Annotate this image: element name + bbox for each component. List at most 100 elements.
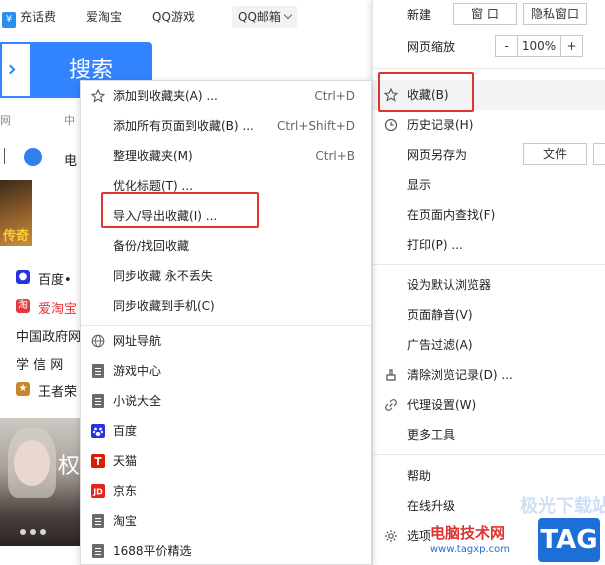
zoom-out-button[interactable]: - (495, 35, 517, 57)
fav-menu-label: 添加到收藏夹(A) ... (113, 89, 218, 103)
menu-item-label: 设为默认浏览器 (407, 278, 492, 292)
bookmark-item[interactable]: 天猫 (81, 446, 371, 476)
menu-item-label: 选项 (407, 529, 432, 543)
image-detail (14, 440, 50, 486)
menu-zoom-row: 网页缩放 - 100% + (373, 32, 605, 62)
menu-item-label: 代理设置(W) (407, 398, 477, 412)
bookmark-item[interactable]: 淘宝 (81, 506, 371, 536)
favorites-submenu: 添加到收藏夹(A) ... Ctrl+D 添加所有页面到收藏(B) ... Ct… (80, 80, 372, 565)
new-private-window-button[interactable]: 隐私窗口 (523, 3, 587, 25)
jd-icon: JD (91, 484, 105, 498)
zoom-in-button[interactable]: + (561, 35, 583, 57)
game-thumbnail[interactable]: 传奇 (0, 180, 32, 246)
shortcut-text: Ctrl+B (315, 149, 355, 163)
menu-item-label: 更多工具 (407, 428, 456, 442)
fav-menu-add-all[interactable]: 添加所有页面到收藏(B) ... Ctrl+Shift+D (81, 111, 371, 141)
bookmark-item[interactable]: 网址导航 (81, 326, 371, 356)
menu-item-label: 历史记录(H) (407, 118, 474, 132)
doc-icon (92, 544, 104, 558)
menu-item-proxy[interactable]: 代理设置(W) (373, 390, 605, 420)
menu-item-history[interactable]: 历史记录(H) (373, 110, 605, 140)
globe-icon (91, 334, 105, 348)
menu-item-mute[interactable]: 页面静音(V) (373, 300, 605, 330)
carousel-dots[interactable] (20, 524, 50, 538)
taobao-icon: 淘 (16, 299, 30, 313)
star-icon (91, 89, 105, 103)
bookmark-item[interactable]: 1688平价精选 (81, 536, 371, 565)
menu-item-help[interactable]: 帮助 (373, 461, 605, 491)
shortcut-text: Ctrl+D (314, 89, 355, 103)
bookmark-label: 百度 (113, 424, 138, 438)
search-input[interactable] (0, 42, 30, 98)
link-aitaobao[interactable]: 爱淘宝 (38, 298, 77, 317)
highlight-box (378, 72, 474, 112)
watermark-tag-logo: TAG (538, 518, 600, 562)
link-icon (385, 399, 397, 411)
bookmark-label: 1688平价精选 (113, 544, 192, 558)
watermark-site-name: 电脑技术网 (430, 524, 506, 542)
bookmark-item[interactable]: JD 京东 (81, 476, 371, 506)
promo-image[interactable]: 权 (0, 418, 80, 546)
fragment-text: 电 (64, 154, 78, 169)
bookmark-label: 淘宝 (113, 514, 138, 528)
menu-item-label: 清除浏览记录(D) ... (407, 368, 513, 382)
bookmark-item[interactable]: 游戏中心 (81, 356, 371, 386)
browser-main-menu: 新建 窗 口 隐私窗口 网页缩放 - 100% + 收藏(B) 历史记录(H) … (372, 0, 605, 565)
recharge-icon: ¥ (2, 12, 16, 28)
nav-recharge[interactable]: 充话费 (20, 6, 56, 28)
bookmark-label: 天猫 (113, 454, 138, 468)
baidu-paw-icon: ● (16, 270, 30, 284)
menu-item-ad-filter[interactable]: 广告过滤(A) (373, 330, 605, 360)
menu-item-print[interactable]: 打印(P) ... (373, 230, 605, 260)
menu-item-label: 广告过滤(A) (407, 338, 473, 352)
menu-item-find[interactable]: 在页面内查找(F) (373, 200, 605, 230)
bookmark-label: 京东 (113, 484, 138, 498)
menu-divider (373, 454, 605, 455)
fav-menu-sync[interactable]: 同步收藏 永不丢失 (81, 261, 371, 291)
menu-divider (373, 68, 605, 69)
link-wangzhe[interactable]: 王者荣 (38, 381, 77, 400)
fav-menu-organize[interactable]: 整理收藏夹(M) Ctrl+B (81, 141, 371, 171)
fav-menu-backup[interactable]: 备份/找回收藏 (81, 231, 371, 261)
menu-zoom-label: 网页缩放 (407, 40, 456, 54)
menu-item-label: 页面静音(V) (407, 308, 473, 322)
highlight-box (101, 192, 259, 228)
fav-menu-label: 同步收藏 永不丢失 (113, 269, 213, 283)
doc-icon (92, 394, 104, 408)
chevron-down-icon (283, 10, 293, 20)
clock-icon (384, 118, 398, 132)
nav-qqgame[interactable]: QQ游戏 (152, 6, 195, 28)
chevron-down-icon (5, 64, 16, 75)
menu-item-save-as[interactable]: 网页另存为 文件 (373, 140, 605, 170)
nav-aitaobao[interactable]: 爱淘宝 (86, 6, 122, 28)
fav-menu-label: 备份/找回收藏 (113, 239, 190, 253)
svg-text:JD: JD (92, 488, 103, 497)
tmall-icon (91, 454, 105, 468)
fav-menu-add[interactable]: 添加到收藏夹(A) ... Ctrl+D (81, 81, 371, 111)
fragment-text: 网 (0, 114, 11, 127)
watermark-site-url: www.tagxp.com (430, 544, 510, 555)
doc-icon (92, 514, 104, 528)
fav-menu-label: 同步收藏到手机(C) (113, 299, 215, 313)
bookmark-item[interactable]: 百度 (81, 416, 371, 446)
menu-item-more-tools[interactable]: 更多工具 (373, 420, 605, 450)
save-as-more-button[interactable] (593, 143, 605, 165)
promo-text: 权 (57, 454, 80, 479)
menu-item-display[interactable]: 显示 (373, 170, 605, 200)
link-baidu[interactable]: 百度• (38, 269, 72, 288)
link-gov[interactable]: 中国政府网 (16, 326, 81, 345)
fav-menu-sync-phone[interactable]: 同步收藏到手机(C) (81, 291, 371, 321)
new-window-button[interactable]: 窗 口 (453, 3, 517, 25)
save-as-file-button[interactable]: 文件 (523, 143, 587, 165)
menu-item-default-browser[interactable]: 设为默认浏览器 (373, 270, 605, 300)
menu-new-label: 新建 (407, 8, 432, 22)
nav-qqmail[interactable]: QQ邮箱 (232, 6, 297, 28)
menu-new-row: 新建 窗 口 隐私窗口 (373, 0, 605, 30)
watermark: 极光下载站 电脑技术网 www.tagxp.com TAG (430, 496, 605, 565)
gear-icon (385, 530, 397, 542)
link-xuexin[interactable]: 学 信 网 (16, 354, 63, 373)
bookmark-item[interactable]: 小说大全 (81, 386, 371, 416)
menu-item-label: 帮助 (407, 469, 432, 483)
menu-item-clear-history[interactable]: 清除浏览记录(D) ... (373, 360, 605, 390)
watermark-faded-text: 极光下载站 (520, 496, 605, 517)
